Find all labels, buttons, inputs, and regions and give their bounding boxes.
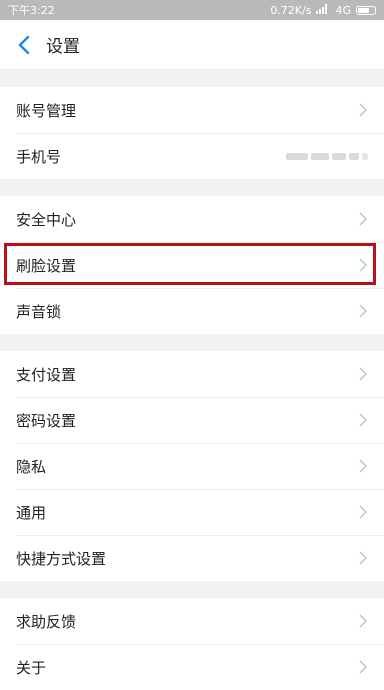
settings-item-about[interactable]: 关于 — [0, 644, 384, 690]
settings-item-label: 隐私 — [16, 457, 47, 476]
settings-item-label: 关于 — [16, 658, 47, 677]
page-title: 设置 — [46, 37, 80, 57]
settings-item-label: 求助反馈 — [16, 612, 77, 631]
network-speed: 0.72K/s — [270, 3, 312, 17]
settings-item-label: 刷脸设置 — [16, 256, 77, 275]
chevron-right-icon — [358, 304, 368, 318]
settings-group-help: 求助反馈 关于 — [0, 598, 384, 690]
settings-group-payment: 支付设置 密码设置 隐私 通用 快捷方式设置 — [0, 351, 384, 581]
settings-item-voice-lock[interactable]: 声音锁 — [0, 288, 384, 334]
settings-item-label: 安全中心 — [16, 210, 77, 229]
settings-item-password-settings[interactable]: 密码设置 — [0, 397, 384, 443]
chevron-right-icon — [358, 258, 368, 272]
status-time: 下午3:22 — [8, 4, 55, 17]
settings-group-account: 账号管理 手机号 — [0, 87, 384, 179]
chevron-right-icon — [358, 505, 368, 519]
chevron-right-icon — [358, 614, 368, 628]
settings-item-label: 密码设置 — [16, 411, 77, 430]
settings-item-account-management[interactable]: 账号管理 — [0, 87, 384, 133]
chevron-right-icon — [358, 212, 368, 226]
chevron-right-icon — [358, 367, 368, 381]
settings-item-label: 手机号 — [16, 147, 62, 166]
settings-group-security: 安全中心 刷脸设置 声音锁 — [0, 196, 384, 334]
chevron-right-icon — [358, 551, 368, 565]
status-right: 0.72K/s 4G — [270, 3, 376, 17]
settings-item-phone[interactable]: 手机号 — [0, 133, 384, 179]
status-bar: 下午3:22 0.72K/s 4G — [0, 0, 384, 20]
settings-item-payment-settings[interactable]: 支付设置 — [0, 351, 384, 397]
settings-item-label: 支付设置 — [16, 365, 77, 384]
settings-item-help-feedback[interactable]: 求助反馈 — [0, 598, 384, 644]
network-type: 4G — [335, 3, 351, 17]
chevron-left-icon — [18, 35, 30, 54]
chevron-right-icon — [358, 103, 368, 117]
settings-item-shortcut-settings[interactable]: 快捷方式设置 — [0, 535, 384, 581]
settings-item-privacy[interactable]: 隐私 — [0, 443, 384, 489]
settings-item-face-settings[interactable]: 刷脸设置 — [0, 242, 384, 288]
signal-icon — [316, 3, 330, 17]
chevron-right-icon — [358, 660, 368, 674]
settings-item-label: 通用 — [16, 503, 47, 522]
settings-item-security-center[interactable]: 安全中心 — [0, 196, 384, 242]
redacted-phone-value — [286, 152, 368, 160]
chevron-right-icon — [358, 413, 368, 427]
section-gap — [0, 70, 384, 87]
settings-item-label: 声音锁 — [16, 302, 62, 321]
settings-item-label: 快捷方式设置 — [16, 549, 107, 568]
settings-item-general[interactable]: 通用 — [0, 489, 384, 535]
battery-icon — [356, 5, 376, 15]
section-gap — [0, 581, 384, 598]
chevron-right-icon — [358, 459, 368, 473]
settings-item-label: 账号管理 — [16, 101, 77, 120]
nav-bar: 设置 — [0, 20, 384, 70]
back-button[interactable] — [14, 35, 34, 55]
section-gap — [0, 179, 384, 196]
section-gap — [0, 334, 384, 351]
